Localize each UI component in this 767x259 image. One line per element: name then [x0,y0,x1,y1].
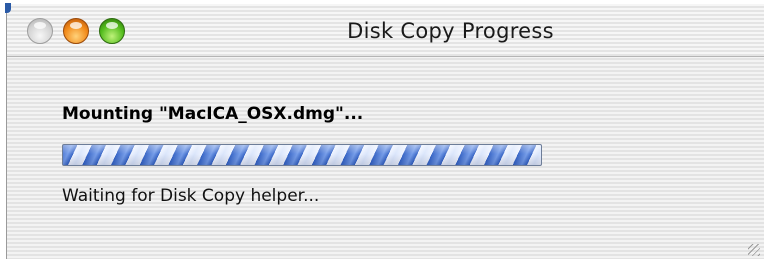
resize-grip-icon[interactable] [748,244,760,256]
zoom-button[interactable] [99,18,125,44]
disk-copy-progress-window: Disk Copy Progress Mounting "MacICA_OSX.… [5,3,764,259]
title-bar[interactable]: Disk Copy Progress [5,3,764,57]
window-corner-accent [5,3,11,13]
close-button[interactable] [27,18,53,44]
status-label: Waiting for Disk Copy helper... [62,186,320,206]
mounting-label: Mounting "MacICA_OSX.dmg"... [62,104,364,124]
minimize-button[interactable] [63,18,89,44]
window-title: Disk Copy Progress [347,19,554,43]
indeterminate-progress-bar [62,144,542,166]
